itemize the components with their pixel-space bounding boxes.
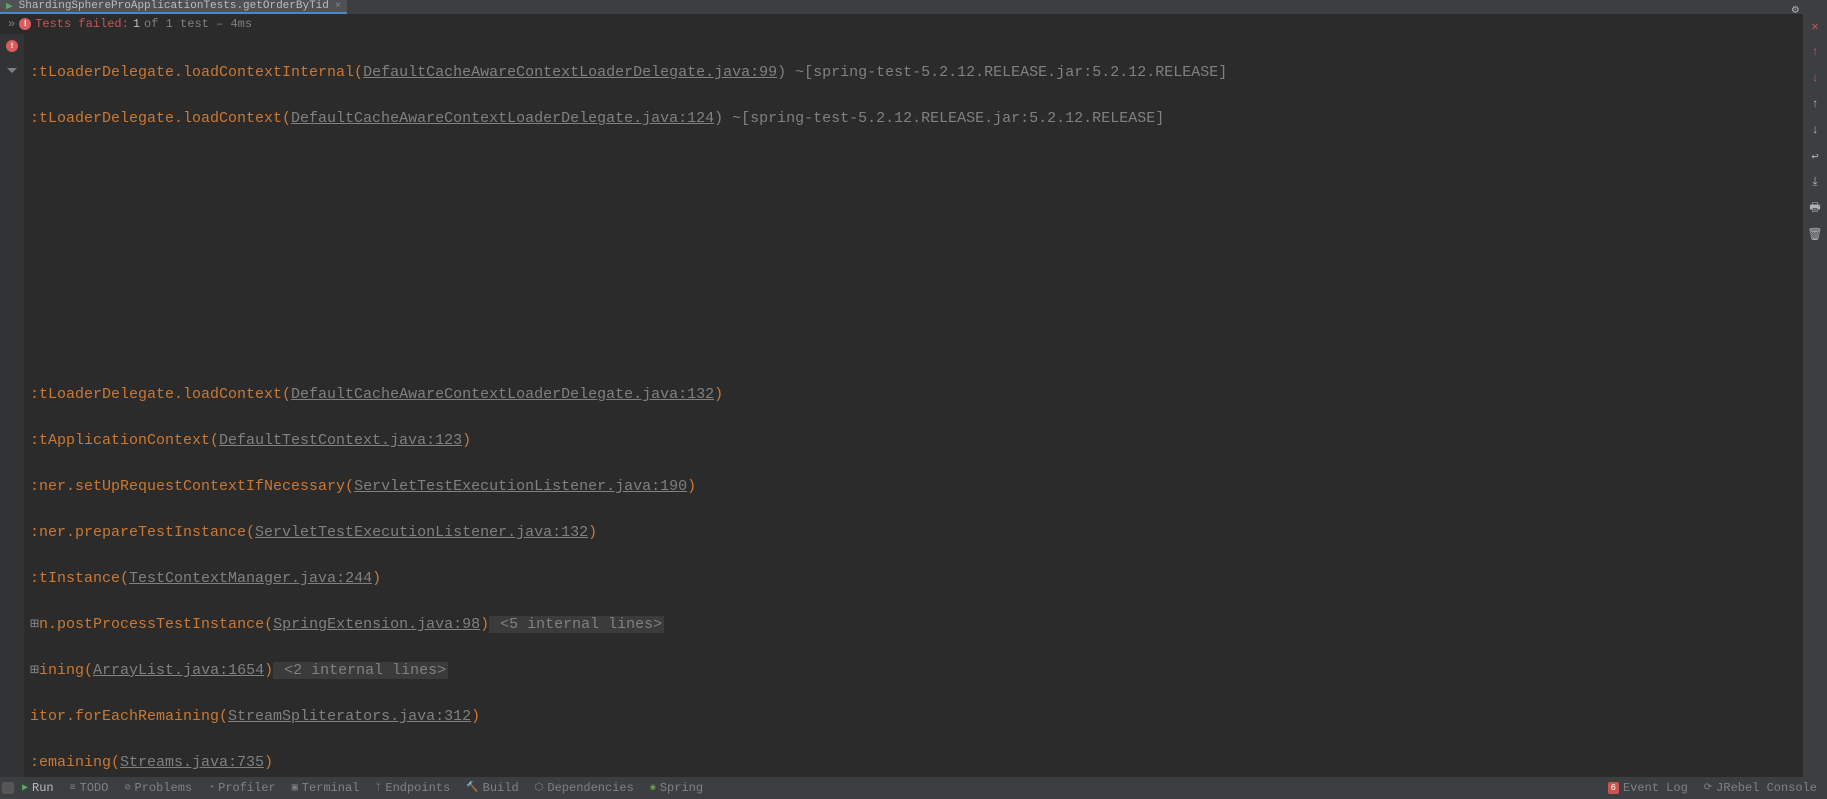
code-text: :ner.prepareTestInstance( [30, 524, 255, 541]
code-text: ) [588, 524, 597, 541]
code-text: ) ~[spring-test-5.2.12.RELEASE.jar:5.2.1… [714, 110, 1164, 127]
code-text: ) [687, 478, 696, 495]
terminal-icon: ▣ [292, 782, 298, 794]
code-text: ) [714, 386, 723, 403]
code-text: :ner.setUpRequestContextIfNecessary( [30, 478, 354, 495]
console-output[interactable]: :tLoaderDelegate.loadContextInternal(Def… [24, 34, 1827, 777]
jrebel-icon: ⟳ [1704, 782, 1712, 794]
code-text: ) [471, 708, 480, 725]
up-icon[interactable]: ↑ [1807, 96, 1823, 112]
profiler-icon: ◔ [208, 783, 214, 794]
problems-label: Problems [135, 781, 193, 795]
dependencies-label: Dependencies [547, 781, 633, 795]
source-link[interactable]: DefaultCacheAwareContextLoaderDelegate.j… [291, 386, 714, 403]
code-text: ) [480, 616, 489, 633]
tests-failed-count: 1 [133, 17, 140, 31]
code-text: itor.forEachRemaining( [30, 708, 228, 725]
source-link[interactable]: ServletTestExecutionListener.java:132 [255, 524, 588, 541]
print-icon[interactable]: 🖶 [1807, 200, 1823, 216]
prev-error-icon[interactable]: ↑ [1807, 44, 1823, 60]
source-link[interactable]: DefaultTestContext.java:123 [219, 432, 462, 449]
profiler-label: Profiler [218, 781, 276, 795]
source-link[interactable]: TestContextManager.java:244 [129, 570, 372, 587]
error-badge-icon[interactable]: ! [6, 40, 18, 52]
code-text: :tLoaderDelegate.loadContextInternal( [30, 64, 363, 81]
run-icon: ▶ [6, 0, 13, 13]
source-link[interactable]: ArrayList.java:1654 [93, 662, 264, 679]
next-error-icon[interactable]: ↓ [1807, 70, 1823, 86]
right-toolbar: ✕ ↑ ↓ ↑ ↓ ↩ ⤓ 🖶 🗑 [1803, 14, 1827, 777]
build-tool-button[interactable]: 🔨 Build [458, 777, 526, 799]
code-text: ) ~[spring-test-5.2.12.RELEASE.jar:5.2.1… [777, 64, 1227, 81]
tests-of-label: of 1 test – 4ms [144, 17, 252, 31]
todo-tool-button[interactable]: ≡ TODO [62, 777, 117, 799]
collapse-icon[interactable]: » [8, 17, 15, 31]
jrebel-console-button[interactable]: ⟳ JRebel Console [1696, 777, 1825, 799]
code-text: :tLoaderDelegate.loadContext( [30, 386, 291, 403]
todo-label: TODO [80, 781, 109, 795]
terminal-label: Terminal [302, 781, 360, 795]
endpoints-icon: ᛘ [375, 782, 381, 794]
trash-icon[interactable]: 🗑 [1807, 226, 1823, 242]
code-text: n.postProcessTestInstance( [39, 616, 273, 633]
source-link[interactable]: StreamSpliterators.java:312 [228, 708, 471, 725]
tab-active[interactable]: ▶ ShardingSphereProApplicationTests.getO… [0, 0, 347, 14]
build-label: Build [483, 781, 519, 795]
code-text: :tInstance( [30, 570, 129, 587]
dependencies-icon: ⬡ [535, 782, 544, 794]
fold-icon[interactable]: ⊞ [30, 616, 39, 633]
source-link[interactable]: DefaultCacheAwareContextLoaderDelegate.j… [363, 64, 777, 81]
todo-icon: ≡ [70, 783, 76, 794]
event-log-label: Event Log [1623, 781, 1688, 795]
code-text: ) [264, 754, 273, 771]
endpoints-tool-button[interactable]: ᛘ Endpoints [367, 777, 458, 799]
code-text: ) [372, 570, 381, 587]
code-text: ining( [39, 662, 93, 679]
error-dot-icon: ! [19, 18, 31, 30]
close-icon[interactable]: × [335, 1, 341, 12]
dependencies-tool-button[interactable]: ⬡Dependencies [527, 777, 642, 799]
spring-icon: ❀ [650, 782, 656, 794]
spring-tool-button[interactable]: ❀ Spring [642, 777, 711, 799]
gear-icon[interactable]: ⚙ [1792, 2, 1799, 17]
terminal-tool-button[interactable]: ▣ Terminal [284, 777, 368, 799]
build-icon: 🔨 [466, 782, 478, 794]
jrebel-label: JRebel Console [1716, 781, 1817, 795]
fold-label[interactable]: <5 internal lines> [489, 616, 664, 633]
problems-tool-button[interactable]: ⊘ Problems [116, 777, 200, 799]
source-link[interactable]: DefaultCacheAwareContextLoaderDelegate.j… [291, 110, 714, 127]
tab-title: ShardingSphereProApplicationTests.getOrd… [19, 0, 329, 12]
bottom-tool-bar: ▶ Run ≡ TODO ⊘ Problems ◔ Profiler ▣ Terminal… [0, 777, 1827, 799]
problems-icon: ⊘ [124, 782, 130, 794]
code-text: ) [462, 432, 471, 449]
test-status-bar: » ! Tests failed: 1 of 1 test – 4ms [0, 14, 1827, 34]
down-icon[interactable]: ↓ [1807, 122, 1823, 138]
spring-label: Spring [660, 781, 703, 795]
left-gutter: ! [0, 34, 24, 777]
code-text: :tLoaderDelegate.loadContext( [30, 110, 291, 127]
event-log-button[interactable]: 6 Event Log [1600, 777, 1696, 799]
code-text: :tApplicationContext( [30, 432, 219, 449]
run-tool-button[interactable]: ▶ Run [14, 777, 62, 799]
scroll-to-end-icon[interactable]: ⤓ [1807, 174, 1823, 190]
fold-label[interactable]: <2 internal lines> [273, 662, 448, 679]
run-label: Run [32, 781, 54, 795]
soft-wrap-icon[interactable]: ↩ [1807, 148, 1823, 164]
tool-window-toggle[interactable] [2, 782, 14, 794]
source-link[interactable]: ServletTestExecutionListener.java:190 [354, 478, 687, 495]
close-icon[interactable]: ✕ [1807, 18, 1823, 34]
fold-icon[interactable]: ⊞ [30, 662, 39, 679]
code-text: ) [264, 662, 273, 679]
profiler-tool-button[interactable]: ◔ Profiler [200, 777, 284, 799]
play-icon: ▶ [22, 782, 28, 794]
source-link[interactable]: SpringExtension.java:98 [273, 616, 480, 633]
endpoints-label: Endpoints [385, 781, 450, 795]
tab-bar: ▶ ShardingSphereProApplicationTests.getO… [0, 0, 1827, 14]
code-text: :emaining( [30, 754, 120, 771]
source-link[interactable]: Streams.java:735 [120, 754, 264, 771]
tests-failed-label: Tests failed: [35, 17, 129, 31]
event-count-badge: 6 [1608, 782, 1619, 794]
chevron-down-icon[interactable] [7, 68, 17, 78]
